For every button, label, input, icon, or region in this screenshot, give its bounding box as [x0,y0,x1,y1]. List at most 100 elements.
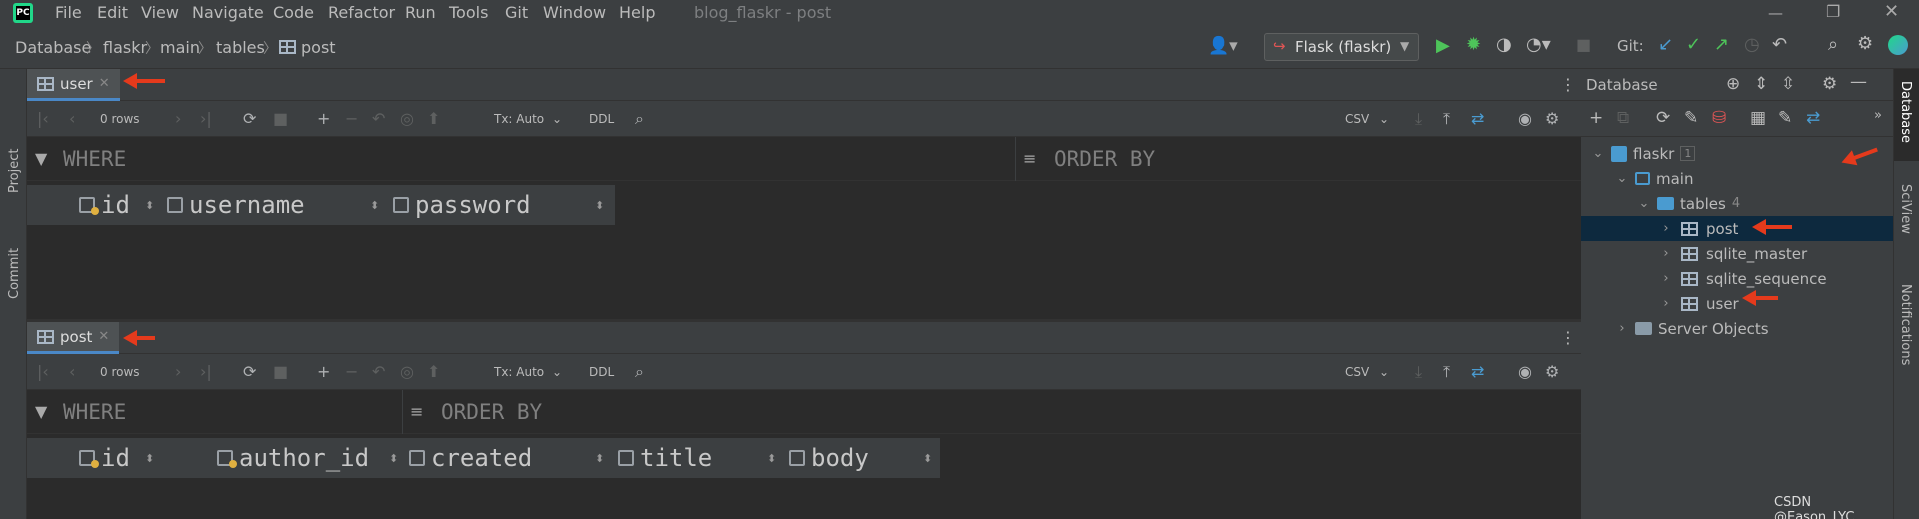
more-icon[interactable]: ⋮ [1560,75,1576,94]
delete-row-icon[interactable]: − [345,109,358,128]
menu-navigate[interactable]: Navigate [192,3,264,22]
grid-settings-icon[interactable]: ⚙ [1545,109,1559,128]
expand-all-icon[interactable]: ⇕ [1754,74,1768,94]
search-icon[interactable]: ⌕ [635,362,644,382]
where-filter-input[interactable]: WHERE [63,147,126,171]
stop-icon[interactable]: ■ [1576,35,1591,54]
next-page-icon[interactable]: › [175,109,181,128]
notifications-tool-tab[interactable]: Notifications [1898,284,1913,365]
jetbrains-logo-icon[interactable] [1888,35,1908,55]
profile-icon[interactable]: ◔▾ [1526,34,1551,55]
breadcrumb-item-database[interactable]: Database [15,38,91,57]
collapse-all-icon[interactable]: ⇳ [1781,74,1795,94]
revert-icon[interactable]: ↶ [372,109,385,128]
add-row-icon[interactable]: + [317,109,330,128]
tab-post[interactable]: post ✕ [27,322,120,354]
menu-refactor[interactable]: Refactor [328,3,395,22]
refresh-icon[interactable]: ⟳ [243,109,256,128]
compare-icon[interactable]: ⇄ [1806,108,1820,128]
add-row-icon[interactable]: + [317,362,330,381]
tree-item-table[interactable]: › sqlite_sequence [1581,266,1893,291]
ddl-button[interactable]: DDL [589,112,614,126]
tree-item-main[interactable]: ⌄ main [1581,166,1893,191]
commit-tool-tab[interactable]: Commit [7,248,22,299]
more-icon[interactable]: ⋮ [1560,328,1576,347]
menu-help[interactable]: Help [619,3,655,22]
export-format-select[interactable]: CSV [1345,365,1369,379]
prev-page-icon[interactable]: ‹ [69,362,75,381]
prev-page-icon[interactable]: ‹ [69,109,75,128]
view-icon[interactable]: ◉ [1518,362,1532,381]
menu-run[interactable]: Run [405,3,436,22]
hide-panel-icon[interactable]: — [1850,72,1867,92]
stop-query-icon[interactable]: ■ [273,362,288,381]
last-page-icon[interactable]: ›| [200,362,212,381]
database-tool-tab[interactable]: Database [1894,69,1919,161]
download-icon[interactable]: ⤓ [1415,362,1422,382]
menu-view[interactable]: View [141,3,179,22]
export-format-select[interactable]: CSV [1345,112,1369,126]
tx-mode-select[interactable]: Tx: Auto [494,112,544,126]
sort-arrows-icon[interactable]: ⬍ [389,452,398,465]
preview-changes-icon[interactable]: ◎ [400,109,414,128]
copy-icon[interactable]: ⧉ [1617,108,1629,128]
table-editor-icon[interactable]: ▦ [1750,108,1766,128]
first-page-icon[interactable]: |‹ [37,362,49,381]
revert-icon[interactable]: ↶ [372,362,385,381]
rows-count[interactable]: 0 rows [100,112,140,126]
column-header-id[interactable]: id [79,444,130,472]
stop-query-icon[interactable]: ■ [273,109,288,128]
git-push-icon[interactable]: ↗ [1714,34,1729,55]
download-icon[interactable]: ⤓ [1415,109,1422,129]
submit-icon[interactable]: ⬆ [427,362,440,381]
menu-code[interactable]: Code [273,3,314,22]
close-tab-icon[interactable]: ✕ [98,329,109,344]
compare-icon[interactable]: ⇄ [1471,362,1484,381]
history-icon[interactable]: ◷ [1744,34,1760,55]
ddl-button[interactable]: DDL [589,365,614,379]
search-icon[interactable]: ⌕ [635,109,644,129]
add-datasource-icon[interactable]: + [1589,108,1603,128]
search-icon[interactable]: ⌕ [1828,34,1838,55]
tree-item-table[interactable]: › user [1581,291,1893,316]
sort-arrows-icon[interactable]: ⬍ [145,199,154,212]
delete-row-icon[interactable]: − [345,362,358,381]
sort-arrows-icon[interactable]: ⬍ [145,452,154,465]
order-by-input[interactable]: ORDER BY [441,400,542,424]
menu-window[interactable]: Window [543,3,606,22]
sort-arrows-icon[interactable]: ⬍ [923,452,932,465]
settings-icon[interactable]: ⚙ [1857,33,1873,54]
sort-arrows-icon[interactable]: ⬍ [370,199,379,212]
column-header-author-id[interactable]: author_id [217,444,369,472]
column-header-body[interactable]: body [789,444,869,472]
view-icon[interactable]: ◉ [1518,109,1532,128]
tree-item-table[interactable]: › post [1581,216,1893,241]
sort-arrows-icon[interactable]: ⬍ [595,199,604,212]
sort-arrows-icon[interactable]: ⬍ [767,452,776,465]
breadcrumb-item-post[interactable]: post [301,38,336,57]
breadcrumb-item-flaskr[interactable]: flaskr [103,38,147,57]
menu-edit[interactable]: Edit [97,3,128,22]
where-filter-input[interactable]: WHERE [63,400,126,424]
tx-mode-select[interactable]: Tx: Auto [494,365,544,379]
breadcrumb-item-tables[interactable]: tables [216,38,265,57]
menu-tools[interactable]: Tools [449,3,488,22]
first-page-icon[interactable]: |‹ [37,109,49,128]
column-header-id[interactable]: id [79,191,130,219]
column-header-created[interactable]: created [409,444,532,472]
column-header-title[interactable]: title [618,444,712,472]
debug-icon[interactable]: ✹ [1466,34,1481,55]
next-page-icon[interactable]: › [175,362,181,381]
minimize-icon[interactable]: — [1768,4,1783,22]
breadcrumb-item-main[interactable]: main [160,38,200,57]
project-tool-tab[interactable]: Project [7,149,22,193]
rows-count[interactable]: 0 rows [100,365,140,379]
column-header-password[interactable]: password [393,191,531,219]
sciview-tool-tab[interactable]: SciView [1898,184,1913,234]
close-tab-icon[interactable]: ✕ [99,76,110,91]
refresh-icon[interactable]: ⟳ [1656,108,1670,128]
menu-file[interactable]: File [55,3,82,22]
git-update-icon[interactable]: ↙ [1658,34,1673,55]
grid-settings-icon[interactable]: ⚙ [1545,362,1559,381]
rollback-icon[interactable]: ↶ [1772,34,1787,55]
